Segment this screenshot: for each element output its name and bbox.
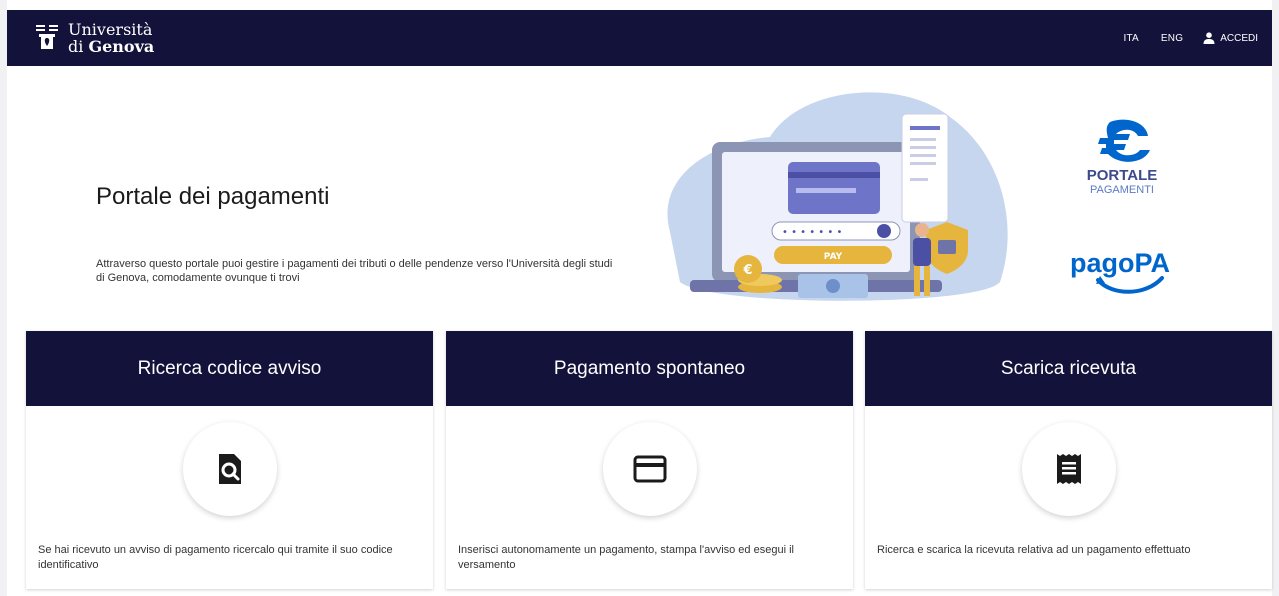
login-button[interactable]: ACCEDI	[1203, 32, 1258, 44]
logo-line-2-prefix: di	[68, 37, 89, 56]
card-search-notice[interactable]: Ricerca codice avviso Se hai ricevuto un…	[26, 331, 433, 589]
card-title[interactable]: Scarica ricevuta	[865, 331, 1272, 406]
logo-line-1: Università	[68, 20, 153, 39]
university-emblem-icon	[36, 25, 58, 49]
person-body	[913, 238, 931, 266]
receipt-icon	[1056, 454, 1081, 484]
person-head	[915, 223, 929, 237]
download-receipt-icon-button[interactable]	[1021, 422, 1116, 516]
card-description: Inserisci autonomamente un pagamento, st…	[458, 544, 794, 571]
card-description: Ricerca e scarica la ricevuta relativa a…	[877, 544, 1191, 556]
pagopa-logo: pagoPA	[1070, 248, 1170, 294]
card-spontaneous-payment[interactable]: Pagamento spontaneo Inserisci autonomame…	[446, 331, 853, 589]
portale-logo-line-1: PORTALE	[1087, 167, 1158, 184]
logo-line-2: di Genova	[68, 38, 154, 55]
top-header: Università di Genova ITA ENG ACCEDI	[7, 10, 1272, 66]
user-icon	[1203, 32, 1215, 44]
page-title: Portale dei pagamenti	[96, 183, 330, 210]
logo-line-2-bold: Genova	[88, 37, 155, 56]
lang-eng-link[interactable]: ENG	[1161, 33, 1183, 44]
pagopa-logo-text: pagoPA	[1070, 248, 1170, 278]
page-description: Attraverso questo portale puoi gestire i…	[96, 258, 613, 284]
document-search-icon	[218, 454, 241, 484]
university-logo[interactable]: Università di Genova	[36, 21, 154, 55]
lang-ita-link[interactable]: ITA	[1124, 33, 1139, 44]
frame-left	[0, 0, 7, 596]
svg-text:• • • • • • •: • • • • • • •	[782, 227, 842, 238]
frame-right	[1272, 0, 1279, 596]
card-description: Se hai ricevuto un avviso di pagamento r…	[38, 544, 393, 571]
card-title[interactable]: Pagamento spontaneo	[446, 331, 853, 406]
card-title[interactable]: Ricerca codice avviso	[26, 331, 433, 406]
euro-swoosh-icon	[1098, 119, 1150, 162]
portale-pagamenti-logo: PORTALE PAGAMENTI	[1087, 119, 1158, 196]
payment-illustration: • • • • • • • PAY €	[667, 92, 1008, 301]
receipt-paper	[901, 113, 949, 223]
top-strip	[0, 0, 1279, 10]
header-actions: ITA ENG ACCEDI	[1102, 32, 1258, 44]
search-notice-icon-button[interactable]	[182, 422, 277, 516]
spontaneous-payment-icon-button[interactable]	[602, 422, 697, 516]
portale-logo-line-2: PAGAMENTI	[1090, 184, 1154, 196]
credit-card-icon	[633, 455, 666, 483]
pagopa-swoosh	[1096, 276, 1164, 294]
svg-text:€: €	[742, 263, 752, 278]
login-label: ACCEDI	[1220, 32, 1258, 44]
illustration-pay-label: PAY	[824, 252, 843, 262]
card-download-receipt[interactable]: Scarica ricevuta Ricerca e scarica la ri…	[865, 331, 1272, 589]
